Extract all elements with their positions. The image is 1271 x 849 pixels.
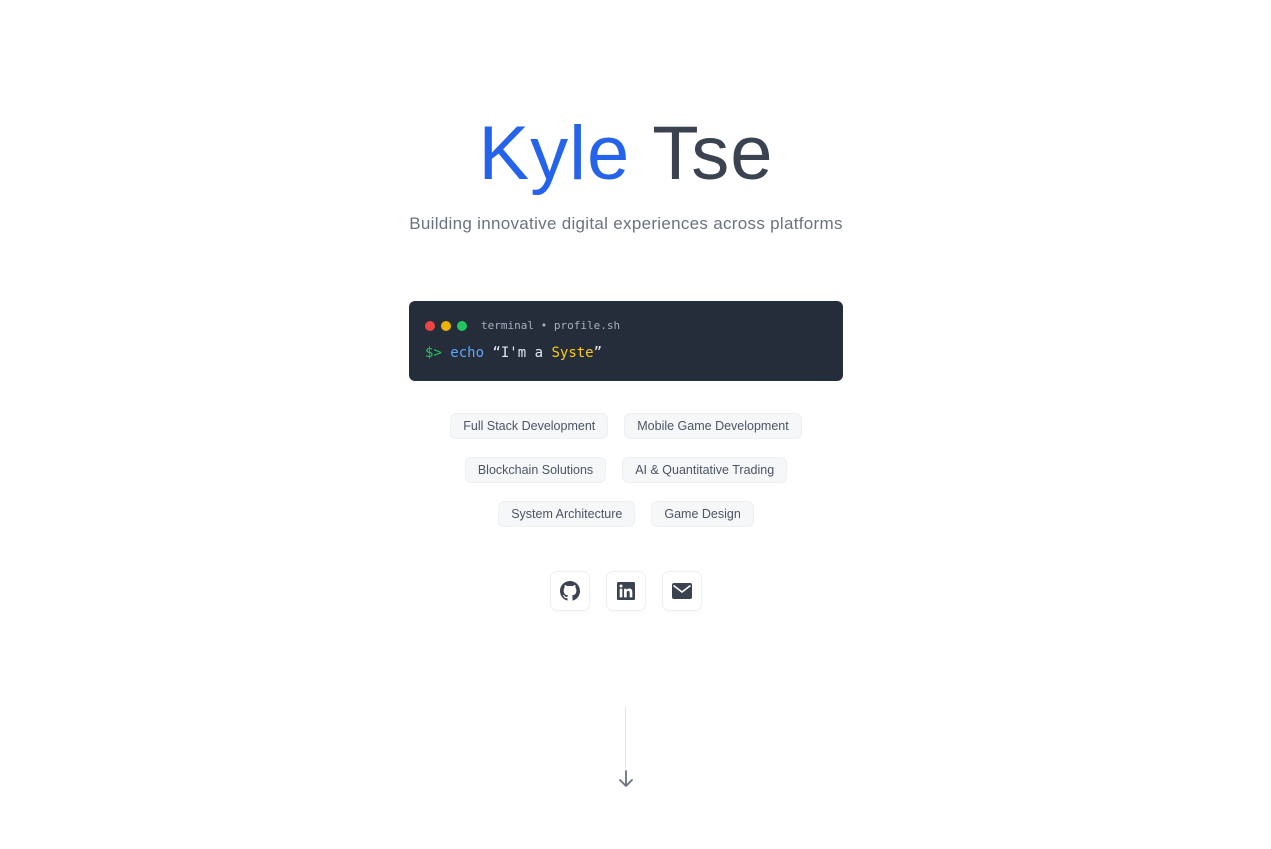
skill-chip: Full Stack Development xyxy=(450,413,609,439)
skill-chip: Blockchain Solutions xyxy=(464,457,607,483)
terminal-typed-text: Syste xyxy=(551,345,594,361)
page: Kyle Tse Building innovative digital expe… xyxy=(0,0,1271,849)
maximize-dot-icon xyxy=(457,320,467,331)
skill-chip: AI & Quantitative Trading xyxy=(622,457,788,483)
social-links xyxy=(0,571,1252,611)
email-icon xyxy=(672,583,692,599)
skills-list: Full Stack Development Mobile Game Devel… xyxy=(0,413,1252,545)
email-link[interactable] xyxy=(662,571,702,611)
skill-chip: System Architecture xyxy=(498,501,636,527)
scroll-indicator-line xyxy=(625,707,626,769)
skills-row: System Architecture Game Design xyxy=(0,501,1252,527)
terminal-prompt: $> xyxy=(425,345,442,361)
github-link[interactable] xyxy=(550,571,590,611)
linkedin-link[interactable] xyxy=(606,571,646,611)
skill-chip: Mobile Game Development xyxy=(624,413,802,439)
terminal-open-quote: “I'm a xyxy=(492,345,552,361)
terminal-window: terminal • profile.sh $> echo “I'm a Sys… xyxy=(409,301,843,381)
close-dot-icon xyxy=(425,320,435,331)
last-name: Tse xyxy=(652,111,774,196)
terminal-close-quote: ” xyxy=(593,345,603,361)
github-icon xyxy=(560,581,580,601)
terminal-command: echo xyxy=(450,345,485,361)
skill-chip: Game Design xyxy=(651,501,754,527)
terminal-command-line: $> echo “I'm a Syste” xyxy=(425,344,602,362)
tagline: Building innovative digital experiences … xyxy=(409,214,843,233)
minimize-dot-icon xyxy=(441,320,451,331)
terminal-header: terminal • profile.sh xyxy=(425,319,620,332)
page-title: Kyle Tse xyxy=(0,108,1252,200)
scroll-down-arrow-icon[interactable] xyxy=(617,769,635,789)
skills-row: Full Stack Development Mobile Game Devel… xyxy=(0,413,1252,439)
terminal-title: terminal • profile.sh xyxy=(481,319,621,332)
linkedin-icon xyxy=(617,582,635,600)
skills-row: Blockchain Solutions AI & Quantitative T… xyxy=(0,457,1252,483)
first-name: Kyle xyxy=(478,111,631,196)
